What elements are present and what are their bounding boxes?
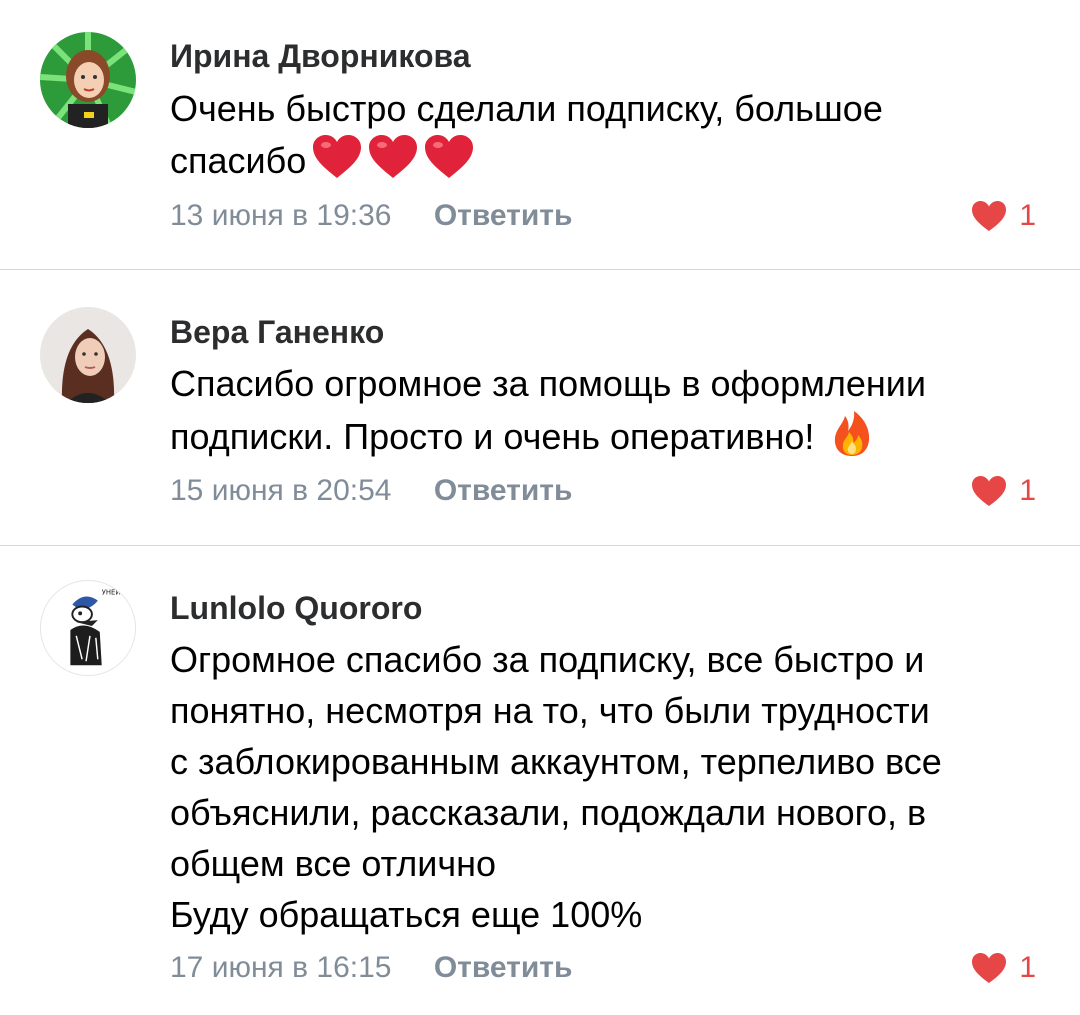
avatar-vera[interactable] [40,307,136,403]
like-button[interactable]: 1 [971,474,1036,508]
like-button[interactable]: 1 [971,199,1036,233]
comment-text-line: подписки. Просто и очень оперативно! [170,416,815,458]
svg-text:УНЕЙБ: УНЕЙБ [102,588,126,597]
comment-author[interactable]: Ирина Дворникова [170,38,471,75]
comment-text-line: понятно, несмотря на то, что были трудно… [170,690,930,731]
comment-text-line: с заблокированным аккаунтом, терпеливо в… [170,741,942,782]
comment-text: Очень быстро сделали подписку, большое с… [170,83,1050,193]
comment-text-line: Огромное спасибо за подписку, все быстро… [170,639,925,680]
reply-button[interactable]: Ответить [434,474,573,508]
fire-emoji-icon [832,409,872,470]
heart-icon [972,201,1007,231]
avatar-vera-image [40,307,136,403]
comment-text-line: Буду обращаться еще 100% [170,894,643,935]
comment-date: 17 июня в 16:15 [170,951,392,984]
comment-text: Спасибо огромное за помощь в оформлении … [170,358,1050,470]
heart-icon [972,476,1007,506]
like-count: 1 [1019,199,1036,232]
comment-text: Огромное спасибо за подписку, все быстро… [170,634,1050,940]
reply-button[interactable]: Ответить [434,199,573,233]
comment-meta: 13 июня в 19:36 Ответить [170,199,572,233]
comment-date: 13 июня в 19:36 [170,199,392,232]
like-count: 1 [1019,474,1036,507]
divider [0,269,1080,270]
avatar-lunlolo-image: УНЕЙБ [41,581,135,675]
like-button[interactable]: 1 [971,951,1036,985]
heart-emoji-icon [312,134,362,193]
comment-text-line: Спасибо огромное за помощь в оформлении [170,363,927,404]
comment-meta: 17 июня в 16:15 Ответить [170,951,572,985]
avatar-irina[interactable] [40,32,136,128]
divider [0,545,1080,546]
heart-emoji-icon [424,134,474,193]
heart-icon [972,953,1007,983]
comment-text-line-with-emoji: подписки. Просто и очень оперативно! [170,409,1050,470]
reply-button[interactable]: Ответить [434,951,573,985]
comment-author[interactable]: Вера Ганенко [170,314,384,351]
comment-text-line: общем все отлично [170,843,497,884]
avatar-irina-image [40,32,136,128]
comment-meta: 15 июня в 20:54 Ответить [170,474,572,508]
comment-text-line: объяснили, рассказали, подождали нового,… [170,792,927,833]
comment-text-line: Очень быстро сделали подписку, большое [170,88,883,129]
like-count: 1 [1019,951,1036,984]
comment-text-line: спасибо [170,140,307,182]
comment-author[interactable]: Lunlolo Quororo [170,590,422,627]
comment-text-line-with-emoji: спасибо [170,134,1050,193]
avatar-lunlolo[interactable]: УНЕЙБ [40,580,136,676]
comment-date: 15 июня в 20:54 [170,474,392,507]
heart-emoji-icon [368,134,418,193]
